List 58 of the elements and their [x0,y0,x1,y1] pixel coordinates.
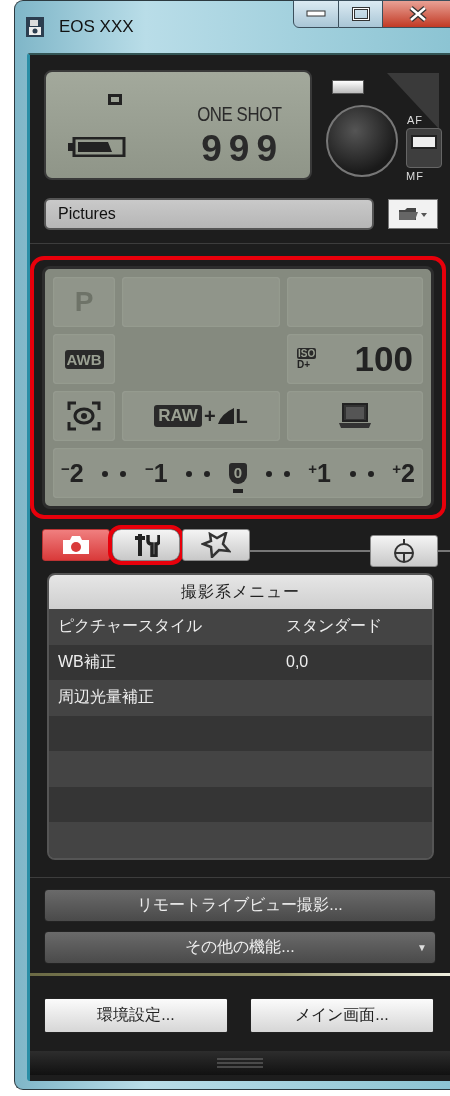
camera-icon [62,535,90,555]
save-folder-field[interactable]: Pictures [44,198,374,230]
grip-icon [217,1056,263,1069]
menu-item-label: WB補正 [58,651,117,672]
exposure-indicator [232,488,243,493]
menu-item-label: ピクチャースタイル [58,616,203,637]
battery-icon [68,137,126,157]
maximize-icon [351,7,370,21]
shots-remaining: 999 [201,128,284,170]
close-icon [408,6,427,22]
action-button[interactable]: メイン画面... [250,997,434,1033]
indicator-icon [108,94,122,105]
menu-item-label: 周辺光量補正 [58,687,155,708]
minimize-button[interactable] [293,0,339,28]
menu-row[interactable]: WB補正 0,0 [49,644,432,680]
wb-setting[interactable]: AWB [64,349,104,369]
stopwatch-icon [392,538,416,564]
folder-button[interactable] [388,199,438,229]
af-label: AF [407,114,424,126]
dropdown-button[interactable]: その他の機能... ▼ [44,930,436,964]
window-title: EOS XXX [59,17,134,37]
action-button[interactable]: 環境設定... [44,997,228,1033]
quality-size[interactable]: L [235,404,248,428]
drive-mode: ONE SHOT [197,102,282,126]
menu-title: 撮影系メニュー [49,575,432,609]
iso-sub-label: D+ [297,359,311,370]
af-mf-switch[interactable] [406,128,442,168]
menu-item-value: 0,0 [286,653,309,672]
menu-row[interactable]: 周辺光量補正 [49,680,432,716]
exposure-label: $^{−}$2 [61,458,84,488]
quality-joiner: + [203,404,216,428]
resize-grip[interactable] [30,1050,450,1075]
iso-value[interactable]: 100 [354,339,413,379]
menu-tab[interactable] [182,529,250,561]
laptop-icon[interactable] [337,402,373,430]
menu-row[interactable]: ピクチャースタイル スタンダード [49,609,432,645]
folder-icon [398,206,428,222]
metering-icon[interactable] [67,401,101,431]
close-button[interactable] [383,0,450,28]
mf-label: MF [406,170,424,182]
exposure-label: $^{+}$1 [308,458,331,488]
quality-raw[interactable]: RAW [154,405,202,427]
tools-icon [132,533,160,557]
exposure-label: $^{−}$1 [145,458,168,488]
corner-triangle-icon [387,73,439,129]
jpeg-quality-icon [217,408,234,424]
app-icon [25,16,45,38]
minimize-icon [306,10,326,18]
menu-item-value: スタンダード [286,616,382,637]
action-button[interactable]: リモートライブビュー撮影... [44,888,436,922]
iso-badge: ISO [297,348,317,359]
maximize-button[interactable] [339,0,383,28]
timer-button[interactable] [370,535,438,567]
caret-icon: ▼ [417,941,427,953]
exposure-label: $^{+}$2 [392,458,415,488]
current-exposure-marker: 0 [228,462,247,484]
status-indicator [332,80,364,94]
star-icon [201,532,231,558]
